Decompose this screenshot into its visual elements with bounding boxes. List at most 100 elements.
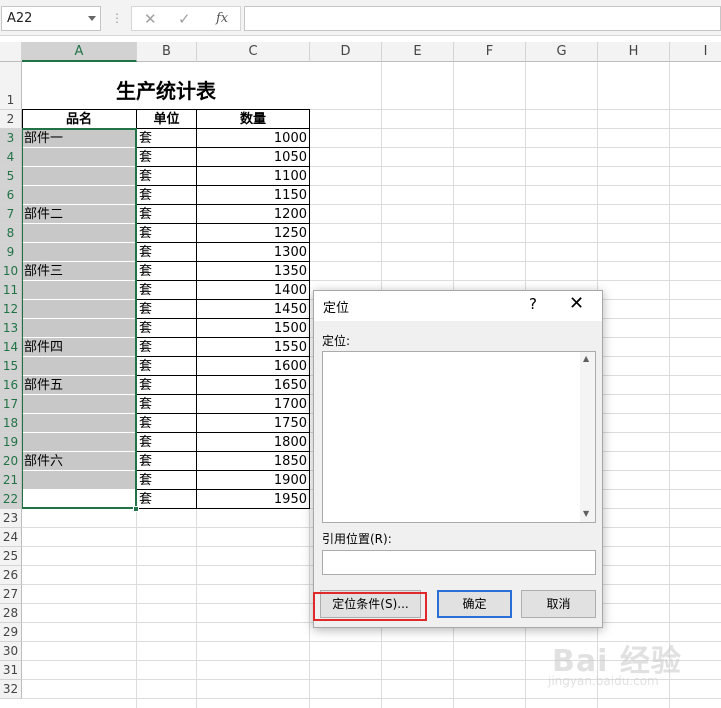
table-cell[interactable]: 套 — [137, 471, 196, 490]
row-header[interactable]: 26 — [0, 566, 22, 585]
goto-list[interactable]: ▲ ▼ — [322, 351, 596, 523]
table-cell[interactable]: 套 — [137, 224, 196, 243]
row-header[interactable]: 4 — [0, 148, 22, 167]
table-cell[interactable]: 套 — [137, 148, 196, 167]
row-header[interactable]: 29 — [0, 623, 22, 642]
goto-special-button[interactable]: 定位条件(S)... — [320, 590, 421, 618]
row-header[interactable]: 32 — [0, 680, 22, 699]
table-cell[interactable]: 1250 — [197, 224, 309, 243]
table-cell[interactable]: 1450 — [197, 300, 309, 319]
table-cell[interactable]: 1100 — [197, 167, 309, 186]
table-cell[interactable]: 1700 — [197, 395, 309, 414]
row-header[interactable]: 22 — [0, 490, 22, 509]
row-header[interactable]: 18 — [0, 414, 22, 433]
row-header[interactable]: 2 — [0, 110, 22, 129]
table-cell[interactable]: 1650 — [197, 376, 309, 395]
select-all-corner[interactable] — [0, 42, 22, 62]
active-cell[interactable] — [22, 490, 136, 508]
table-cell[interactable]: 1400 — [197, 281, 309, 300]
row-header[interactable]: 1 — [0, 62, 22, 110]
row-header[interactable]: 3 — [0, 129, 22, 148]
row-header[interactable]: 5 — [0, 167, 22, 186]
fill-handle[interactable] — [133, 506, 139, 512]
row-header[interactable]: 25 — [0, 547, 22, 566]
name-box[interactable]: A22 — [1, 6, 101, 31]
cancel-icon[interactable]: ✕ — [144, 9, 157, 29]
enter-icon[interactable]: ✓ — [178, 9, 191, 29]
ok-button[interactable]: 确定 — [437, 590, 512, 618]
row-header[interactable]: 15 — [0, 357, 22, 376]
column-header[interactable]: D — [310, 42, 382, 62]
table-cell[interactable]: 1800 — [197, 433, 309, 452]
table-cell[interactable]: 1350 — [197, 262, 309, 281]
row-header[interactable]: 21 — [0, 471, 22, 490]
table-header-cell[interactable]: 单位 — [137, 110, 196, 129]
table-cell[interactable]: 1600 — [197, 357, 309, 376]
table-cell[interactable]: 1750 — [197, 414, 309, 433]
close-icon[interactable]: ✕ — [569, 293, 584, 314]
column-header[interactable]: A — [22, 42, 137, 62]
table-cell[interactable]: 部件三 — [22, 262, 136, 281]
table-cell[interactable]: 1300 — [197, 243, 309, 262]
table-cell[interactable]: 套 — [137, 376, 196, 395]
row-header[interactable]: 6 — [0, 186, 22, 205]
row-header[interactable]: 7 — [0, 205, 22, 224]
column-header[interactable]: E — [382, 42, 454, 62]
table-header-cell[interactable]: 数量 — [197, 110, 309, 129]
row-header[interactable]: 19 — [0, 433, 22, 452]
table-cell[interactable]: 部件一 — [22, 129, 136, 148]
row-header[interactable]: 10 — [0, 262, 22, 281]
table-cell[interactable]: 1850 — [197, 452, 309, 471]
table-cell[interactable]: 套 — [137, 452, 196, 471]
table-cell[interactable]: 部件二 — [22, 205, 136, 224]
column-header[interactable]: G — [526, 42, 598, 62]
row-header[interactable]: 12 — [0, 300, 22, 319]
row-header[interactable]: 23 — [0, 509, 22, 528]
table-cell[interactable]: 套 — [137, 433, 196, 452]
reference-input[interactable] — [322, 550, 596, 575]
row-header[interactable]: 9 — [0, 243, 22, 262]
table-cell[interactable]: 1500 — [197, 319, 309, 338]
row-header[interactable]: 13 — [0, 319, 22, 338]
table-cell[interactable]: 套 — [137, 414, 196, 433]
function-icon[interactable]: fx — [216, 9, 228, 29]
table-cell[interactable]: 1200 — [197, 205, 309, 224]
row-header[interactable]: 17 — [0, 395, 22, 414]
table-cell[interactable]: 套 — [137, 167, 196, 186]
table-cell[interactable]: 1000 — [197, 129, 309, 148]
help-icon[interactable]: ? — [529, 295, 537, 313]
table-cell[interactable]: 套 — [137, 205, 196, 224]
row-header[interactable]: 28 — [0, 604, 22, 623]
table-cell[interactable]: 1900 — [197, 471, 309, 490]
sheet-title[interactable]: 生产统计表 — [22, 62, 310, 110]
row-header[interactable]: 30 — [0, 642, 22, 661]
row-header[interactable]: 8 — [0, 224, 22, 243]
table-cell[interactable]: 1050 — [197, 148, 309, 167]
row-header[interactable]: 16 — [0, 376, 22, 395]
row-header[interactable]: 27 — [0, 585, 22, 604]
row-header[interactable]: 11 — [0, 281, 22, 300]
scroll-up-icon[interactable]: ▲ — [583, 354, 589, 363]
table-cell[interactable]: 套 — [137, 129, 196, 148]
scrollbar[interactable]: ▲ ▼ — [580, 352, 595, 522]
row-header[interactable]: 31 — [0, 661, 22, 680]
table-cell[interactable]: 套 — [137, 281, 196, 300]
table-cell[interactable]: 套 — [137, 319, 196, 338]
formula-input[interactable] — [244, 6, 721, 31]
column-header[interactable]: I — [670, 42, 721, 62]
table-cell[interactable]: 1550 — [197, 338, 309, 357]
row-header[interactable]: 24 — [0, 528, 22, 547]
table-cell[interactable]: 1150 — [197, 186, 309, 205]
row-header[interactable]: 20 — [0, 452, 22, 471]
column-header[interactable]: F — [454, 42, 526, 62]
table-cell[interactable]: 1950 — [197, 490, 309, 509]
table-cell[interactable]: 套 — [137, 262, 196, 281]
table-cell[interactable]: 套 — [137, 357, 196, 376]
column-header[interactable]: B — [137, 42, 197, 62]
table-cell[interactable]: 套 — [137, 186, 196, 205]
table-cell[interactable]: 部件四 — [22, 338, 136, 357]
table-cell[interactable]: 套 — [137, 338, 196, 357]
table-cell[interactable]: 套 — [137, 243, 196, 262]
table-header-cell[interactable]: 品名 — [22, 110, 136, 129]
column-header[interactable]: H — [598, 42, 670, 62]
